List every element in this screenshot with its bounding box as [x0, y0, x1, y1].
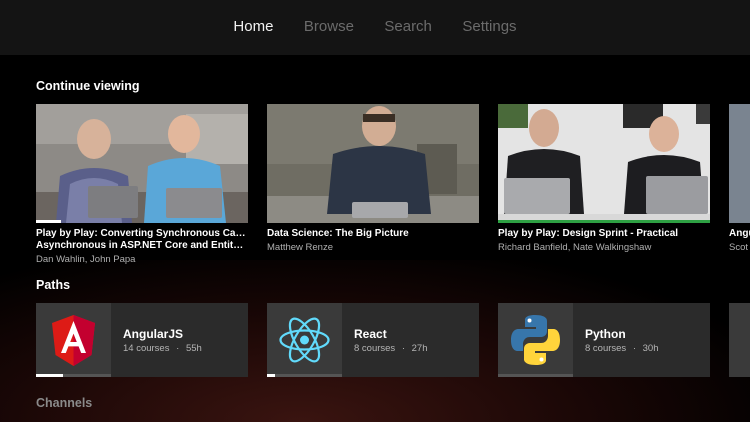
- top-navigation-bar: Home Browse Search Settings: [0, 0, 750, 55]
- nav-search[interactable]: Search: [384, 18, 432, 35]
- course-authors: Dan Wahlin, John Papa: [36, 254, 136, 265]
- course-card[interactable]: Play by Play: Converting Synchronous Cal…: [36, 104, 248, 265]
- path-logo: [267, 303, 342, 377]
- course-title-line-1: Angu: [729, 228, 750, 239]
- path-meta: 8 courses · 27h: [354, 343, 428, 354]
- course-title: Play by Play: Design Sprint - Practical: [498, 228, 710, 240]
- course-thumbnail: [267, 104, 479, 223]
- path-name: AngularJS: [123, 327, 184, 341]
- course-title-line-2: Asynchronous in ASP.NET Core and Entity …: [36, 240, 248, 251]
- separator-dot: ·: [632, 343, 636, 354]
- path-duration: 55h: [185, 343, 202, 354]
- path-progress-track: [267, 374, 342, 377]
- channels-heading: Channels: [36, 396, 93, 410]
- thumbnail-image-presenter-laptop: [267, 104, 479, 223]
- path-progress-bar: [267, 374, 275, 377]
- path-card-partial[interactable]: [729, 303, 750, 377]
- nav-menu: Home Browse Search Settings: [0, 18, 750, 36]
- thumbnail-image-two-presenters: [36, 104, 248, 223]
- paths-heading: Paths: [36, 278, 71, 292]
- course-card[interactable]: Data Science: The Big Picture Matthew Re…: [267, 104, 479, 253]
- path-course-count: 8 courses: [585, 343, 627, 354]
- watch-progress-bar: [498, 220, 710, 223]
- course-card[interactable]: Play by Play: Design Sprint - Practical …: [498, 104, 710, 253]
- course-authors: Matthew Renze: [267, 242, 334, 253]
- thumbnail-image: [729, 104, 750, 223]
- course-title-line-1: Data Science: The Big Picture: [267, 228, 409, 239]
- course-authors: Richard Banfield, Nate Walkingshaw: [498, 242, 652, 253]
- path-logo: [729, 303, 750, 377]
- course-title-line-1: Play by Play: Design Sprint - Practical: [498, 228, 679, 239]
- path-logo: [498, 303, 573, 377]
- angular-logo-icon: [52, 315, 95, 366]
- course-thumbnail: [729, 104, 750, 223]
- python-logo-icon: [511, 315, 560, 365]
- path-duration: 30h: [642, 343, 659, 354]
- separator-dot: ·: [401, 343, 405, 354]
- path-duration: 27h: [411, 343, 428, 354]
- path-course-count: 8 courses: [354, 343, 396, 354]
- course-card[interactable]: Angu Scot: [729, 104, 750, 253]
- path-course-count: 14 courses: [123, 343, 170, 354]
- course-authors: Scot: [729, 242, 749, 253]
- continue-viewing-heading: Continue viewing: [36, 79, 140, 93]
- nav-settings[interactable]: Settings: [462, 18, 516, 35]
- course-title: Data Science: The Big Picture: [267, 228, 479, 240]
- separator-dot: ·: [176, 343, 180, 354]
- react-logo-icon: [279, 317, 330, 363]
- path-card-react[interactable]: React 8 courses · 27h: [267, 303, 479, 377]
- paths-row: AngularJS 14 courses · 55h React 8 cours…: [36, 303, 750, 378]
- course-title: Angu: [729, 228, 750, 240]
- path-progress-bar: [36, 374, 63, 377]
- path-progress-track: [498, 374, 573, 377]
- path-name: Python: [585, 327, 626, 341]
- path-meta: 14 courses · 55h: [123, 343, 202, 354]
- course-thumbnail: [498, 104, 710, 223]
- nav-home[interactable]: Home: [233, 18, 273, 35]
- path-card-angularjs[interactable]: AngularJS 14 courses · 55h: [36, 303, 248, 377]
- course-title: Play by Play: Converting Synchronous Cal…: [36, 228, 248, 252]
- continue-viewing-row: Play by Play: Converting Synchronous Cal…: [36, 104, 750, 304]
- path-card-python[interactable]: Python 8 courses · 30h: [498, 303, 710, 377]
- path-logo: [36, 303, 111, 377]
- thumbnail-image-two-presenters-studio: [498, 104, 710, 223]
- nav-browse[interactable]: Browse: [304, 18, 354, 35]
- course-thumbnail: [36, 104, 248, 223]
- path-name: React: [354, 327, 387, 341]
- path-meta: 8 courses · 30h: [585, 343, 659, 354]
- watch-progress-bar: [36, 220, 62, 223]
- course-title-line-1: Play by Play: Converting Synchronous Cal…: [36, 228, 248, 239]
